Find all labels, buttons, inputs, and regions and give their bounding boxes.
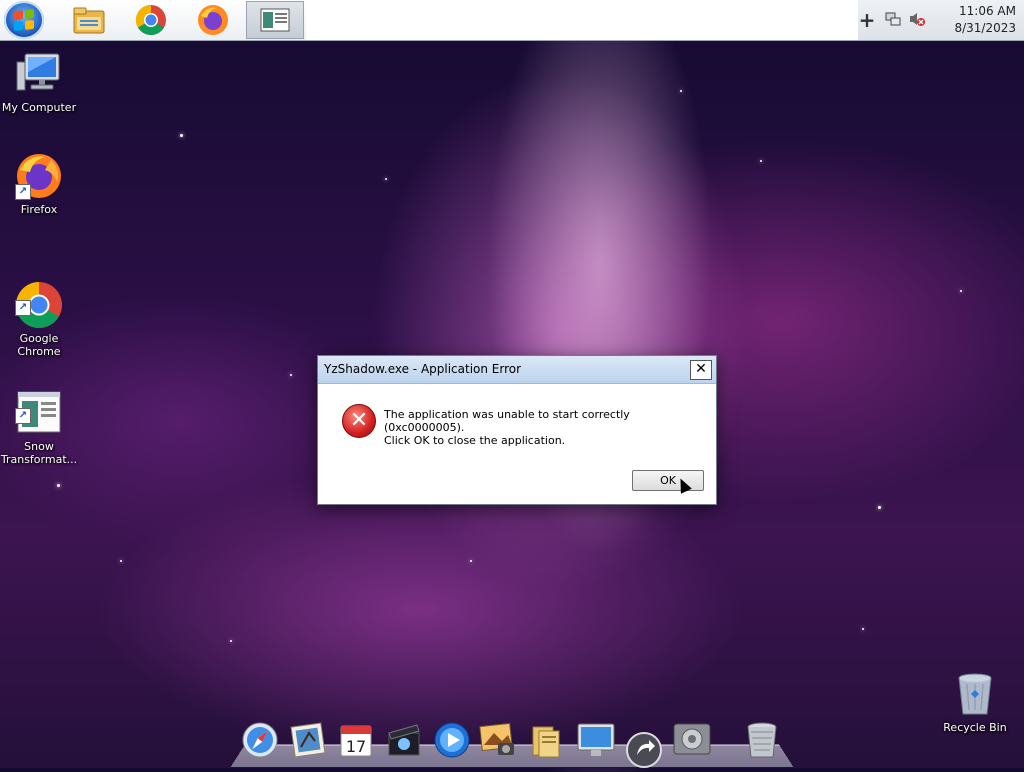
- shortcut-arrow-icon: ↗: [15, 408, 31, 424]
- desktop-icon-recycle-bin[interactable]: Recycle Bin: [936, 670, 1014, 734]
- error-message-line: Click OK to close the application.: [384, 434, 566, 447]
- system-tray: + 11:06 AM 8/31/2023: [858, 0, 1024, 40]
- chrome-icon: ↗: [15, 268, 63, 328]
- desktop-icon-snow-transformer[interactable]: ↗ Snow Transformat...: [0, 363, 78, 479]
- clock-time: 11:06 AM: [959, 4, 1016, 18]
- taskbar: + 11:06 AM 8/31/2023: [0, 0, 1024, 41]
- dock-trash[interactable]: [742, 718, 782, 762]
- windows-logo-icon: [14, 8, 34, 32]
- shortcut-arrow-icon: ↗: [15, 300, 31, 316]
- dock-display[interactable]: [576, 718, 616, 762]
- dock-back[interactable]: [624, 728, 664, 772]
- firefox-icon: [198, 5, 228, 35]
- dock-iphoto[interactable]: [478, 718, 518, 762]
- desktop-icon-label: Recycle Bin: [943, 721, 1007, 734]
- star: [878, 506, 881, 509]
- documents-folder-icon: [532, 726, 560, 758]
- desktop-icon-label: Firefox: [20, 203, 58, 216]
- back-arrow-icon: [626, 732, 662, 768]
- taskbar-firefox[interactable]: [184, 1, 242, 39]
- error-message-line: The application was unable to start corr…: [384, 408, 630, 434]
- quicktime-icon: [434, 722, 470, 758]
- close-icon: ✕: [695, 361, 707, 377]
- chrome-icon: [135, 4, 166, 36]
- recycle-bin-icon: [951, 670, 999, 718]
- dialog-title-bar[interactable]: YzShadow.exe - Application Error ✕: [318, 356, 716, 384]
- dialog-body: ✕ The application was unable to start co…: [318, 384, 716, 504]
- star: [180, 134, 183, 137]
- dialog-title: YzShadow.exe - Application Error: [324, 362, 522, 376]
- star: [120, 560, 122, 562]
- taskbar-snow-transformer[interactable]: [246, 1, 304, 39]
- taskbar-chrome[interactable]: [122, 1, 180, 39]
- ok-button[interactable]: OK: [632, 470, 704, 491]
- firefox-icon: ↗: [15, 152, 63, 200]
- show-hidden-icons-button[interactable]: +: [858, 10, 876, 30]
- star: [862, 628, 864, 630]
- error-icon: ✕: [342, 404, 376, 438]
- star: [230, 640, 232, 642]
- shortcut-arrow-icon: ↗: [15, 184, 31, 200]
- desktop-icon-google-chrome[interactable]: ↗ Google Chrome: [0, 255, 78, 371]
- star: [385, 178, 387, 180]
- desktop-icon-label: Snow Transformat...: [0, 440, 78, 466]
- start-button[interactable]: [4, 1, 44, 39]
- dock-safari[interactable]: [240, 718, 280, 762]
- dock-mail[interactable]: [288, 718, 328, 762]
- file-explorer-icon: [73, 7, 105, 34]
- taskbar-empty-area[interactable]: [306, 0, 858, 40]
- safari-icon: [242, 722, 278, 758]
- star: [760, 160, 762, 162]
- taskbar-file-explorer[interactable]: [60, 1, 118, 39]
- imovie-icon: [388, 724, 420, 756]
- desktop-icon-label: My Computer: [1, 101, 77, 114]
- dock-system-preferences[interactable]: [672, 718, 712, 762]
- star: [57, 484, 60, 487]
- clock[interactable]: 11:06 AM 8/31/2023: [926, 3, 1016, 37]
- application-error-dialog: YzShadow.exe - Application Error ✕ ✕ The…: [317, 355, 717, 505]
- dock-imovie[interactable]: [384, 718, 424, 762]
- dock-documents[interactable]: [526, 718, 566, 762]
- close-button[interactable]: ✕: [690, 360, 712, 380]
- network-icon[interactable]: [884, 11, 902, 29]
- calendar-day: 17: [346, 737, 366, 756]
- desktop-icon-my-computer[interactable]: My Computer: [0, 50, 78, 114]
- system-preferences-icon: [673, 723, 711, 755]
- snow-transformer-icon: [260, 8, 290, 32]
- computer-icon: [15, 50, 63, 98]
- volume-muted-icon[interactable]: [908, 11, 926, 29]
- mail-icon: [290, 722, 326, 758]
- iphoto-icon: [479, 722, 514, 755]
- display-icon: [577, 723, 615, 756]
- snow-transformer-icon: ↗: [15, 376, 63, 433]
- desktop-icon-label: Google Chrome: [17, 332, 61, 358]
- desktop-icon-firefox[interactable]: ↗ Firefox: [0, 152, 78, 216]
- trash-icon: [747, 722, 777, 758]
- calendar-icon: 17: [340, 725, 372, 757]
- star: [680, 90, 682, 92]
- star: [290, 374, 292, 376]
- clock-date: 8/31/2023: [954, 21, 1016, 35]
- dock-calendar[interactable]: 17: [336, 718, 376, 762]
- error-message: The application was unable to start corr…: [384, 408, 704, 447]
- star: [470, 560, 472, 562]
- dock-quicktime[interactable]: [432, 718, 472, 762]
- star: [960, 290, 962, 292]
